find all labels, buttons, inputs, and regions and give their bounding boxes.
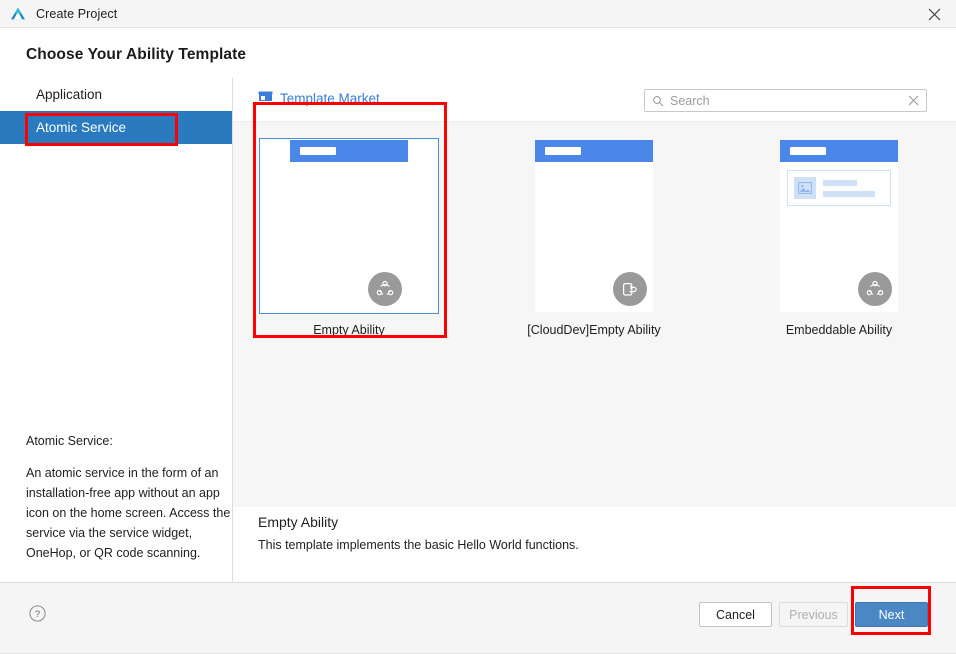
search-icon xyxy=(652,95,664,107)
sidebar-item-label: Application xyxy=(36,87,103,102)
atomic-service-icon xyxy=(858,272,892,306)
deveco-triangle-logo-icon xyxy=(9,5,27,23)
sidebar-description-body: An atomic service in the form of an inst… xyxy=(26,466,231,560)
search-input[interactable]: Search xyxy=(644,89,927,112)
template-detail: Empty Ability This template implements t… xyxy=(258,514,858,552)
embedded-card-preview xyxy=(787,170,891,206)
previous-button: Previous xyxy=(779,602,848,627)
template-market-label: Template Market xyxy=(280,91,380,106)
phone-title-bar xyxy=(780,140,898,162)
phone-preview xyxy=(780,140,898,312)
image-placeholder-icon xyxy=(794,177,816,199)
template-detail-description: This template implements the basic Hello… xyxy=(258,538,579,552)
sidebar-description-title: Atomic Service: xyxy=(26,434,113,448)
atomic-service-icon xyxy=(368,272,402,306)
cloud-device-icon xyxy=(613,272,647,306)
phone-preview xyxy=(290,140,408,312)
template-card-clouddev-empty-ability[interactable]: [CloudDev]Empty Ability xyxy=(504,138,684,337)
title-bar: Create Project xyxy=(0,0,956,28)
svg-text:?: ? xyxy=(35,609,40,620)
clear-icon[interactable] xyxy=(908,95,919,106)
phone-body xyxy=(290,162,408,312)
create-project-dialog: Create Project Choose Your Ability Templ… xyxy=(0,0,956,654)
template-card-empty-ability[interactable]: Empty Ability xyxy=(259,138,439,337)
sidebar-description: Atomic Service: An atomic service in the… xyxy=(26,431,231,563)
phone-body xyxy=(780,162,898,312)
window-title: Create Project xyxy=(36,6,118,21)
store-icon xyxy=(258,90,273,107)
template-thumbnail xyxy=(749,138,929,314)
sidebar-item-application[interactable]: Application xyxy=(0,78,232,111)
template-card-label: [CloudDev]Empty Ability xyxy=(527,323,661,337)
cancel-button[interactable]: Cancel xyxy=(699,602,772,627)
template-thumbnail xyxy=(259,138,439,314)
phone-title-bar xyxy=(535,140,653,162)
template-card-embeddable-ability[interactable]: Embeddable Ability xyxy=(749,138,929,337)
phone-title-bar xyxy=(290,140,408,162)
template-detail-title: Empty Ability xyxy=(258,514,339,530)
template-thumbnail xyxy=(504,138,684,314)
search-placeholder: Search xyxy=(670,93,710,108)
phone-body xyxy=(535,162,653,312)
sidebar: Application Atomic Service Atomic Servic… xyxy=(0,78,233,582)
help-icon[interactable]: ? xyxy=(29,605,46,622)
text-placeholder-lines xyxy=(823,179,875,197)
dialog-body: Application Atomic Service Atomic Servic… xyxy=(0,78,956,582)
close-icon[interactable] xyxy=(912,0,956,28)
template-grid: Empty Ability [CloudDev]Empty Ability Em… xyxy=(233,121,956,507)
template-card-label: Embeddable Ability xyxy=(785,323,893,337)
phone-preview xyxy=(535,140,653,312)
sidebar-item-atomic-service[interactable]: Atomic Service xyxy=(0,111,232,144)
next-button[interactable]: Next xyxy=(855,602,928,627)
template-card-label: Empty Ability xyxy=(313,323,385,337)
template-pane: Template Market Search Empty Ability [Cl… xyxy=(233,78,956,582)
page-title: Choose Your Ability Template xyxy=(26,46,247,63)
sidebar-item-label: Atomic Service xyxy=(36,120,127,135)
template-market-link[interactable]: Template Market xyxy=(258,90,380,107)
